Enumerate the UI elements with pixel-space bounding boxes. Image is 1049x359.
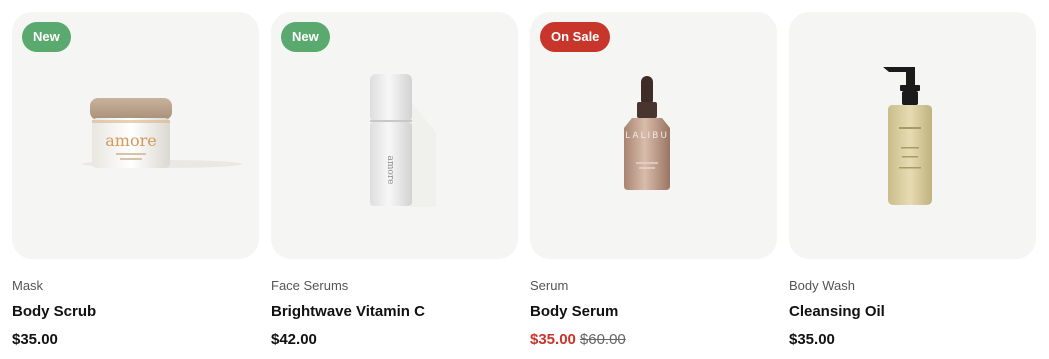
- product-card[interactable]: amore New Face Serums Brightwave Vitamin…: [271, 12, 518, 352]
- product-price: $35.00: [12, 331, 58, 348]
- sale-badge: On Sale: [540, 22, 611, 52]
- price-row: $35.00: [789, 331, 835, 348]
- svg-text:amore: amore: [105, 131, 156, 150]
- product-card[interactable]: amore New Mask Body Scrub $35.00: [12, 12, 259, 352]
- original-price: $60.00: [579, 331, 626, 348]
- product-image[interactable]: [789, 12, 1036, 259]
- product-card[interactable]: LALIBU On Sale Serum Body Serum $35.00 $6…: [530, 12, 777, 352]
- product-category: Mask: [12, 278, 44, 293]
- product-grid: amore New Mask Body Scrub $35.00 amore N…: [0, 0, 1049, 359]
- product-name[interactable]: Body Serum: [530, 303, 618, 320]
- product-price: $35.00: [789, 331, 835, 348]
- new-badge: New: [22, 22, 71, 52]
- product-name[interactable]: Body Scrub: [12, 303, 96, 320]
- product-image[interactable]: amore New: [271, 12, 518, 259]
- product-category: Serum: [530, 278, 569, 293]
- product-category: Body Wash: [789, 278, 855, 293]
- product-price: $42.00: [271, 331, 317, 348]
- product-image[interactable]: LALIBU On Sale: [530, 12, 777, 259]
- product-category: Face Serums: [271, 278, 349, 293]
- product-image[interactable]: amore New: [12, 12, 259, 259]
- price-row: $35.00 $60.00: [530, 331, 626, 348]
- product-name[interactable]: Brightwave Vitamin C: [271, 303, 425, 320]
- new-badge: New: [281, 22, 330, 52]
- product-card[interactable]: Body Wash Cleansing Oil $35.00: [789, 12, 1036, 352]
- price-row: $42.00: [271, 331, 317, 348]
- pump-bottle-icon: [883, 67, 932, 205]
- svg-text:amore: amore: [385, 156, 395, 185]
- price-row: $35.00: [12, 331, 58, 348]
- sale-price: $35.00: [530, 331, 576, 348]
- svg-text:LALIBU: LALIBU: [625, 131, 669, 141]
- product-name[interactable]: Cleansing Oil: [789, 303, 885, 320]
